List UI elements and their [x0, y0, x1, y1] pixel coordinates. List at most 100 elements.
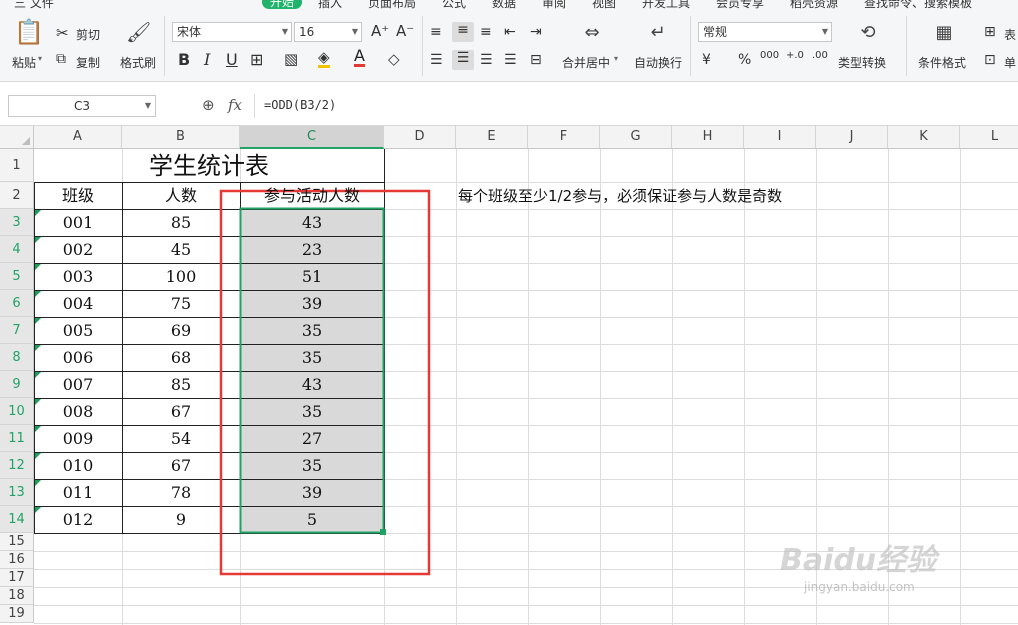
row-header-19[interactable]: 19 — [0, 605, 34, 623]
row-header-16[interactable]: 16 — [0, 551, 34, 569]
indent-decrease-icon[interactable]: ⇤ — [504, 24, 516, 40]
column-header-k[interactable]: K — [888, 126, 960, 149]
class-id-cell[interactable]: 008 — [34, 398, 122, 425]
class-id-cell[interactable]: 007 — [34, 371, 122, 398]
percent-icon[interactable]: % — [738, 52, 751, 68]
row-header-2[interactable]: 2 — [0, 182, 34, 209]
class-id-cell[interactable]: 010 — [34, 452, 122, 479]
menu-home[interactable]: 开始 — [262, 0, 303, 9]
name-box[interactable]: C3 ▼ — [8, 95, 156, 117]
student-count-cell[interactable]: 9 — [122, 506, 240, 533]
participants-cell[interactable]: 27 — [240, 425, 384, 452]
student-count-cell[interactable]: 78 — [122, 479, 240, 506]
column-header-h[interactable]: H — [672, 126, 744, 149]
row-header-13[interactable]: 13 — [0, 479, 34, 506]
student-count-cell[interactable]: 69 — [122, 317, 240, 344]
fill-color-icon[interactable]: ◈ — [318, 50, 330, 68]
table-style-icon[interactable]: ⊞ — [984, 24, 996, 40]
class-id-cell[interactable]: 004 — [34, 290, 122, 317]
wrap-text-button[interactable]: 自动换行 — [634, 54, 682, 71]
paste-dropdown-icon[interactable]: ▾ — [38, 54, 42, 63]
fx-icon[interactable]: fx — [228, 96, 242, 114]
align-center-icon[interactable]: ☰ — [452, 50, 474, 70]
menu-page-layout[interactable]: 页面布局 — [368, 0, 416, 10]
column-header-a[interactable]: A — [34, 126, 122, 149]
command-search[interactable]: 查找命令、搜索模板 — [864, 0, 972, 10]
type-convert-button[interactable]: 类型转换 — [838, 54, 886, 71]
number-format-select[interactable]: 常规 ▼ — [698, 22, 832, 42]
participants-cell[interactable]: 51 — [240, 263, 384, 290]
menu-file[interactable]: 三 文件 — [14, 0, 54, 10]
participants-cell[interactable]: 35 — [240, 452, 384, 479]
student-count-cell[interactable]: 45 — [122, 236, 240, 263]
participants-cell[interactable]: 35 — [240, 344, 384, 371]
type-convert-icon[interactable]: ⟲ — [856, 24, 880, 46]
decrease-decimal-icon[interactable]: .00 — [812, 50, 828, 61]
class-id-cell[interactable]: 009 — [34, 425, 122, 452]
menu-member[interactable]: 会员专享 — [716, 0, 764, 10]
currency-icon[interactable]: ¥ — [702, 52, 711, 68]
class-id-cell[interactable]: 002 — [34, 236, 122, 263]
column-header-c[interactable]: C — [240, 126, 384, 149]
participants-cell[interactable]: 35 — [240, 398, 384, 425]
select-all-corner[interactable] — [0, 126, 34, 149]
column-header-f[interactable]: F — [528, 126, 600, 149]
decrease-font-icon[interactable]: A⁻ — [396, 22, 414, 40]
menu-view[interactable]: 视图 — [592, 0, 616, 10]
indent-increase-icon[interactable]: ⇥ — [530, 24, 542, 40]
merge-dropdown-icon[interactable]: ▾ — [614, 54, 618, 63]
justify-icon[interactable]: ☰ — [504, 52, 517, 68]
row-header-4[interactable]: 4 — [0, 236, 34, 263]
row-header-9[interactable]: 9 — [0, 371, 34, 398]
italic-icon[interactable]: I — [204, 50, 210, 69]
header-cell[interactable]: 班级 — [34, 182, 122, 209]
fill-pattern-icon[interactable]: ▧ — [284, 50, 298, 68]
row-header-6[interactable]: 6 — [0, 290, 34, 317]
font-size-select[interactable]: 16 ▼ — [294, 22, 362, 42]
class-id-cell[interactable]: 001 — [34, 209, 122, 236]
note-text[interactable]: 每个班级至少1/2参与，必须保证参与人数是奇数 — [458, 182, 782, 209]
conditional-format-button[interactable]: 条件格式 — [918, 54, 966, 71]
participants-cell[interactable]: 39 — [240, 290, 384, 317]
row-header-17[interactable]: 17 — [0, 569, 34, 587]
border-icon[interactable]: ⊞ — [250, 50, 263, 69]
cut-icon[interactable]: ✂ — [56, 24, 69, 42]
column-header-i[interactable]: I — [744, 126, 816, 149]
merge-center-button[interactable]: 合并居中 — [562, 54, 610, 71]
participants-cell[interactable]: 39 — [240, 479, 384, 506]
thousands-icon[interactable]: 000 — [760, 50, 779, 61]
header-cell[interactable]: 参与活动人数 — [240, 182, 384, 209]
align-middle-icon[interactable]: ≡ — [452, 22, 474, 42]
menu-docer[interactable]: 稻壳资源 — [790, 0, 838, 10]
column-header-e[interactable]: E — [456, 126, 528, 149]
cell-button[interactable]: 单 — [1004, 54, 1016, 71]
column-header-d[interactable]: D — [384, 126, 456, 149]
column-header-b[interactable]: B — [122, 126, 240, 149]
paste-button[interactable]: 粘贴 — [12, 54, 36, 71]
copy-button[interactable]: 复制 — [76, 54, 100, 71]
participants-cell[interactable]: 43 — [240, 209, 384, 236]
row-header-18[interactable]: 18 — [0, 587, 34, 605]
cell-icon[interactable]: ⊡ — [984, 52, 996, 68]
format-painter-button[interactable]: 格式刷 — [120, 54, 156, 71]
class-id-cell[interactable]: 006 — [34, 344, 122, 371]
participants-cell[interactable]: 35 — [240, 317, 384, 344]
student-count-cell[interactable]: 85 — [122, 371, 240, 398]
row-header-14[interactable]: 14 — [0, 506, 34, 533]
participants-cell[interactable]: 23 — [240, 236, 384, 263]
participants-cell[interactable]: 5 — [240, 506, 384, 533]
student-count-cell[interactable]: 67 — [122, 452, 240, 479]
align-top-icon[interactable]: ≡ — [430, 24, 442, 40]
font-color-icon[interactable]: A — [354, 48, 365, 67]
increase-font-icon[interactable]: A⁺ — [371, 22, 389, 40]
participants-cell[interactable]: 43 — [240, 371, 384, 398]
font-name-select[interactable]: 宋体 ▼ — [172, 22, 292, 42]
cut-button[interactable]: 剪切 — [76, 26, 100, 43]
student-count-cell[interactable]: 54 — [122, 425, 240, 452]
menu-insert[interactable]: 插入 — [318, 0, 342, 10]
row-header-1[interactable]: 1 — [0, 149, 34, 182]
increase-decimal-icon[interactable]: +.0 — [786, 50, 804, 61]
bold-icon[interactable]: B — [178, 50, 190, 69]
zoom-icon[interactable]: ⊕ — [202, 96, 215, 114]
wrap-text-icon[interactable]: ↵ — [646, 24, 670, 46]
